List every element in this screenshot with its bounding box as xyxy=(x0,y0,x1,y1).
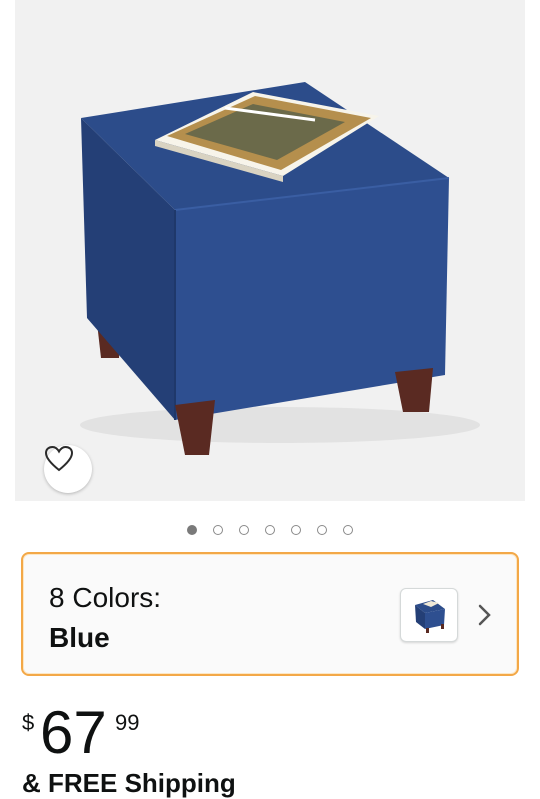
variant-value: Blue xyxy=(49,622,110,653)
image-dot-1[interactable] xyxy=(187,525,197,535)
image-dot-6[interactable] xyxy=(317,525,327,535)
price-whole: 67 xyxy=(40,699,107,766)
price-fraction: 99 xyxy=(115,710,140,735)
ottoman-illustration xyxy=(80,82,480,455)
variant-thumbnail xyxy=(400,588,458,642)
heart-icon xyxy=(44,445,74,472)
image-pagination xyxy=(0,525,540,535)
shipping-info: & FREE Shipping xyxy=(22,768,236,798)
image-dot-2[interactable] xyxy=(213,525,223,535)
image-dot-5[interactable] xyxy=(291,525,301,535)
image-dot-7[interactable] xyxy=(343,525,353,535)
price-currency: $ xyxy=(22,710,35,735)
image-dot-4[interactable] xyxy=(265,525,275,535)
variant-label: 8 Colors: xyxy=(49,582,162,613)
chevron-right-icon xyxy=(475,602,495,633)
favorite-button[interactable] xyxy=(44,445,92,493)
color-variant-selector[interactable]: 8 Colors: Blue xyxy=(21,552,519,676)
image-dot-3[interactable] xyxy=(239,525,249,535)
product-image[interactable] xyxy=(15,0,525,501)
